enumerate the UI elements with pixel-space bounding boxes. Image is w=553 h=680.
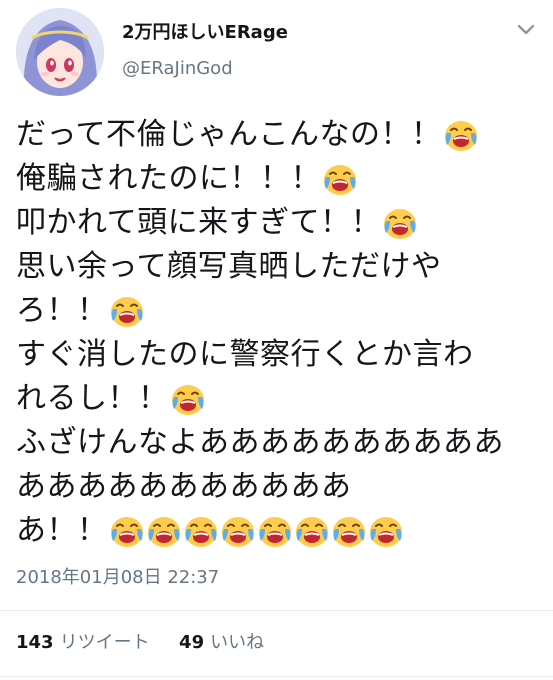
loudly-crying-face-icon [146,513,182,549]
likes-stat[interactable]: 49 いいね [179,632,264,653]
user-handle[interactable]: @ERaJinGod [122,58,288,80]
user-names: 2万円ほしいERage @ERaJinGod [122,22,288,80]
tweet-line-text: すぐ消したのに警察行くとか言わ [16,337,474,372]
tweet-line: すぐ消したのに警察行くとか言わ [16,333,541,377]
loudly-crying-face-icon [109,293,145,329]
tweet-header: 2万円ほしいERage @ERaJinGod [16,8,537,100]
avatar[interactable] [16,8,104,96]
likes-label: いいね [210,632,265,653]
tweet-line-text: あああああああああああ [16,469,352,504]
tweet-line: ふざけんなよああああああああああ [16,421,541,465]
retweets-label: リツイート [59,632,150,653]
divider [0,676,553,677]
divider [0,610,553,611]
tweet-line-text: 叩かれて頭に来すぎて！！ [16,205,382,240]
tweet-line: ろ！！ [16,289,541,333]
tweet-line-text: 俺騙されたのに！！！ [16,161,321,196]
tweet-line-text: だって不倫じゃんこんなの！！ [16,117,442,152]
tweet-line: あ！！ [16,509,541,553]
loudly-crying-face-icon [294,513,330,549]
likes-count: 49 [179,632,205,653]
tweet-stats: 143 リツイート 49 いいね [16,628,264,654]
tweet-line: れるし！！ [16,377,541,421]
tweet-timestamp[interactable]: 2018年01月08日 22:37 [16,563,219,589]
loudly-crying-face-icon [368,513,404,549]
loudly-crying-face-icon [331,513,367,549]
loudly-crying-face-icon [109,513,145,549]
tweet-line-text: あ！！ [16,513,108,548]
chevron-down-icon[interactable] [517,24,535,36]
retweets-stat[interactable]: 143 リツイート [16,632,155,653]
tweet-line: 俺騙されたのに！！！ [16,157,541,201]
anime-avatar-image [16,8,104,96]
loudly-crying-face-icon [382,205,418,241]
loudly-crying-face-icon [170,381,206,417]
tweet-line-text: れるし！！ [16,381,169,416]
loudly-crying-face-icon [257,513,293,549]
retweets-count: 143 [16,632,54,653]
loudly-crying-face-icon [443,117,479,153]
display-name[interactable]: 2万円ほしいERage [122,22,288,44]
tweet-line-text: 思い余って顔写真晒しただけや [16,249,442,284]
tweet-text: だって不倫じゃんこんなの！！ 俺騙されたのに！！！ 叩かれて頭に来すぎて！！ 思い余っ… [16,113,541,553]
loudly-crying-face-icon [322,161,358,197]
tweet-line: あああああああああああ [16,465,541,509]
tweet-line-text: ろ！！ [16,293,108,328]
tweet-line: だって不倫じゃんこんなの！！ [16,113,541,157]
tweet-line-text: ふざけんなよああああああああああ [16,425,504,460]
tweet-line: 叩かれて頭に来すぎて！！ [16,201,541,245]
tweet-line: 思い余って顔写真晒しただけや [16,245,541,289]
loudly-crying-face-icon [183,513,219,549]
loudly-crying-face-icon [220,513,256,549]
